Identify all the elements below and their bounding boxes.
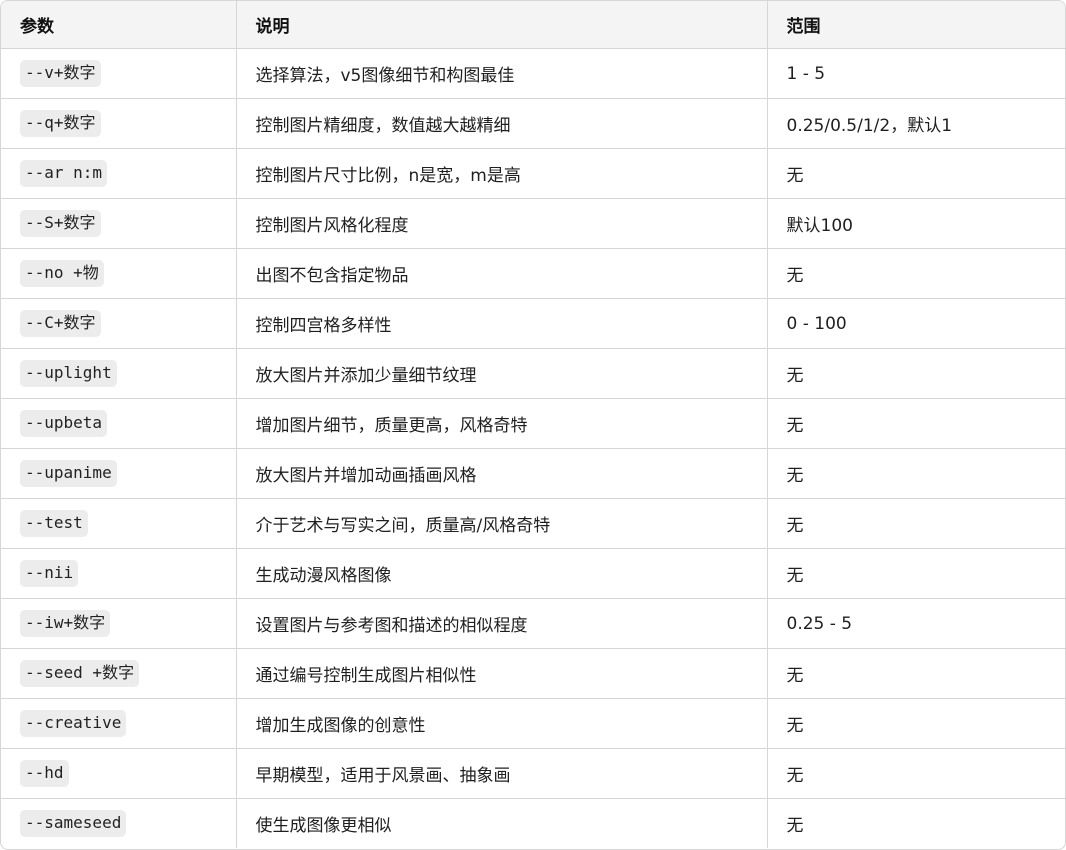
cell-range: 无 bbox=[767, 498, 1065, 549]
parameter-code: --upanime bbox=[20, 460, 117, 487]
cell-parameter: --nii bbox=[1, 548, 237, 599]
cell-range: 无 bbox=[767, 148, 1065, 199]
parameter-code: --nii bbox=[20, 560, 79, 587]
parameter-code: --iw+数字 bbox=[20, 610, 111, 637]
table-row: --uplight 放大图片并添加少量细节纹理无 bbox=[1, 348, 1065, 399]
table-body: --v+数字 选择算法，v5图像细节和构图最佳 1 - 5 --q+数字 控制图片精细度… bbox=[1, 48, 1065, 848]
cell-range: 无 bbox=[767, 348, 1065, 399]
parameter-table: 参数 说明 范围 --v+数字 选择算法，v5图像细节和构图最佳 1 - 5 --q+… bbox=[1, 1, 1065, 848]
cell-description: 放大图片并添加少量细节纹理 bbox=[236, 348, 768, 399]
table-row: --S+数字 控制图片风格化程度 默认100 bbox=[1, 198, 1065, 249]
parameter-code: --C+数字 bbox=[20, 310, 101, 337]
cell-range: 0.25/0.5/1/2，默认1 bbox=[767, 98, 1065, 149]
cell-parameter: --q+数字 bbox=[1, 98, 237, 149]
cell-description: 控制四宫格多样性 bbox=[236, 298, 768, 349]
header-description: 说明 bbox=[236, 1, 768, 49]
table-row: --test 介于艺术与写实之间，质量高/风格奇特无 bbox=[1, 498, 1065, 549]
cell-description: 介于艺术与写实之间，质量高/风格奇特 bbox=[236, 498, 768, 549]
table-row: --v+数字 选择算法，v5图像细节和构图最佳 1 - 5 bbox=[1, 48, 1065, 99]
cell-range: 0.25 - 5 bbox=[767, 598, 1065, 649]
parameter-code: --S+数字 bbox=[20, 210, 101, 237]
cell-description: 控制图片风格化程度 bbox=[236, 198, 768, 249]
cell-range: 无 bbox=[767, 448, 1065, 499]
parameter-code: --seed +数字 bbox=[20, 660, 140, 687]
cell-description: 通过编号控制生成图片相似性 bbox=[236, 648, 768, 699]
parameter-code: --no +物 bbox=[20, 260, 104, 287]
cell-description: 出图不包含指定物品 bbox=[236, 248, 768, 299]
header-parameter: 参数 bbox=[1, 1, 237, 49]
cell-description: 增加生成图像的创意性 bbox=[236, 698, 768, 749]
cell-description: 设置图片与参考图和描述的相似程度 bbox=[236, 598, 768, 649]
cell-description: 增加图片细节，质量更高，风格奇特 bbox=[236, 398, 768, 449]
table-row: --creative 增加生成图像的创意性无 bbox=[1, 698, 1065, 749]
cell-range: 无 bbox=[786, 816, 804, 836]
table-row: --q+数字 控制图片精细度，数值越大越精细 0.25/0.5/1/2，默认1 bbox=[1, 98, 1065, 149]
parameter-code: --uplight bbox=[20, 360, 117, 387]
cell-parameter: --creative bbox=[1, 698, 237, 749]
cell-parameter: --seed +数字 bbox=[1, 648, 237, 699]
cell-range: 无 bbox=[767, 648, 1065, 699]
cell-parameter: --upbeta bbox=[1, 398, 237, 449]
parameter-code: --creative bbox=[20, 710, 127, 737]
cell-description: 生成动漫风格图像 bbox=[236, 548, 768, 599]
cell-range: 默认100 bbox=[767, 198, 1065, 249]
cell-parameter: --ar n:m bbox=[1, 148, 237, 199]
parameter-code: --test bbox=[20, 510, 88, 537]
parameter-code: --sameseed bbox=[20, 810, 127, 837]
cell-description: 选择算法，v5图像细节和构图最佳 bbox=[236, 48, 768, 99]
table-row: --no +物 出图不包含指定物品无 bbox=[1, 248, 1065, 299]
table-row: --upbeta 增加图片细节，质量更高，风格奇特无 bbox=[1, 398, 1065, 449]
table-header: 参数 说明 范围 bbox=[1, 1, 1065, 49]
cell-description: 控制图片精细度，数值越大越精细 bbox=[236, 98, 768, 149]
cell-range: 无 bbox=[767, 748, 1065, 799]
table-row: --upanime 放大图片并增加动画插画风格无 bbox=[1, 448, 1065, 499]
cell-parameter: --iw+数字 bbox=[1, 598, 237, 649]
header-row: 参数 说明 范围 bbox=[1, 1, 1065, 49]
cell-parameter: --C+数字 bbox=[1, 298, 237, 349]
cell-range: 无 bbox=[767, 698, 1065, 749]
parameter-code: --ar n:m bbox=[20, 160, 108, 187]
table-row: --hd 早期模型，适用于风景画、抽象画无 bbox=[1, 748, 1065, 799]
table-row: --C+数字 控制四宫格多样性 0 - 100 bbox=[1, 298, 1065, 349]
cell-description: 控制图片尺寸比例，n是宽，m是高 bbox=[236, 148, 768, 199]
cell-range: 无 bbox=[767, 548, 1065, 599]
table-row: --nii 生成动漫风格图像无 bbox=[1, 548, 1065, 599]
cell-range: 无 bbox=[767, 398, 1065, 449]
parameter-code: --q+数字 bbox=[20, 110, 101, 137]
table-row: --ar n:m 控制图片尺寸比例，n是宽，m是高无 bbox=[1, 148, 1065, 199]
cell-description: 放大图片并增加动画插画风格 bbox=[236, 448, 768, 499]
parameter-table-container: 参数 说明 范围 --v+数字 选择算法，v5图像细节和构图最佳 1 - 5 --q+… bbox=[0, 0, 1066, 850]
cell-parameter: --no +物 bbox=[1, 248, 237, 299]
cell-parameter: --v+数字 bbox=[1, 48, 237, 99]
cell-range: 1 - 5 bbox=[767, 48, 1065, 99]
cell-range: 无 bbox=[767, 248, 1065, 299]
parameter-code: --upbeta bbox=[20, 410, 108, 437]
cell-description: 早期模型，适用于风景画、抽象画 bbox=[236, 748, 768, 799]
cell-parameter: --S+数字 bbox=[1, 198, 237, 249]
cell-parameter: --sameseed bbox=[1, 798, 237, 848]
parameter-code: --hd bbox=[20, 760, 69, 787]
cell-range: 0 - 100 bbox=[767, 298, 1065, 349]
cell-parameter: --test bbox=[1, 498, 237, 549]
cell-parameter: --hd bbox=[1, 748, 237, 799]
header-range: 范围 bbox=[767, 1, 1065, 49]
table-row: --seed +数字 通过编号控制生成图片相似性无 bbox=[1, 648, 1065, 699]
cell-parameter: --upanime bbox=[1, 448, 237, 499]
cell-description: 使生成图像更相似 bbox=[236, 798, 768, 848]
table-row: --sameseed 使生成图像更相似无 bbox=[1, 798, 1065, 848]
table-row: --iw+数字 设置图片与参考图和描述的相似程度 0.25 - 5 bbox=[1, 598, 1065, 649]
cell-parameter: --uplight bbox=[1, 348, 237, 399]
parameter-code: --v+数字 bbox=[20, 60, 101, 87]
